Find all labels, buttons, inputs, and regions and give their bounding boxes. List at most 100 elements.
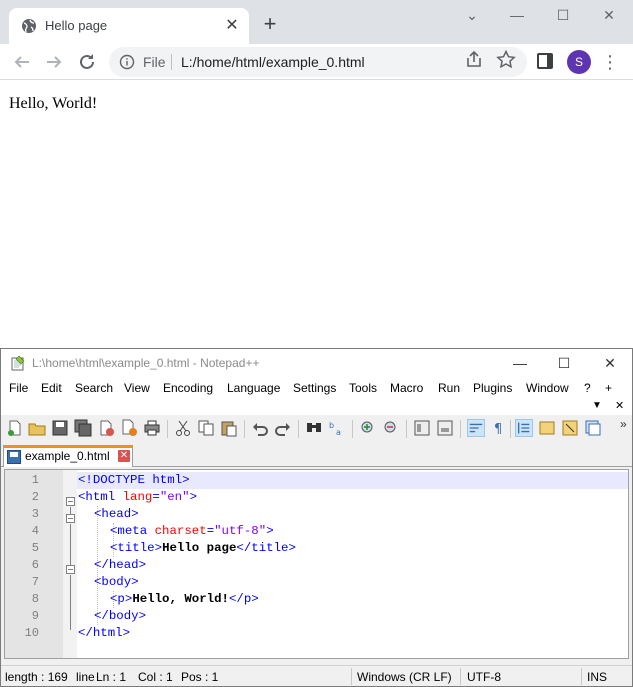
indent-guide-icon[interactable] [515,419,533,437]
menu-edit[interactable]: Edit [41,381,62,395]
user-language-icon[interactable] [538,419,556,437]
status-insert-mode[interactable]: INS [587,670,607,684]
close-window-button[interactable]: ✕ [595,4,623,26]
menu-search[interactable]: Search [75,381,113,395]
code-tag: <p> [110,592,133,606]
doc-map-icon[interactable] [561,419,579,437]
chrome-tab[interactable]: Hello page ✕ [9,8,249,44]
code-value: "utf-8" [214,524,267,538]
paste-icon[interactable] [220,419,238,437]
status-divider [460,668,461,685]
new-tab-button[interactable]: + [258,12,282,36]
code-tag: = [152,490,160,504]
menu-help[interactable]: ? [584,381,591,395]
chrome-menu-icon[interactable]: ⋮ [601,50,619,74]
maximize-button[interactable]: ☐ [549,4,577,26]
menu-run[interactable]: Run [438,381,460,395]
globe-icon [22,19,36,33]
code-text: <title>Hello page</title> [110,540,296,557]
url-text[interactable]: L:/home/html/example_0.html [181,54,365,70]
menu-window[interactable]: Window [526,381,569,395]
code-tag: > [189,490,197,504]
menu-macro[interactable]: Macro [390,381,423,395]
menu-view[interactable]: View [124,381,150,395]
menu-language[interactable]: Language [227,381,280,395]
close-all-icon[interactable] [120,419,138,437]
open-file-icon[interactable] [28,419,46,437]
npp-tab-label: example_0.html [25,449,110,463]
tab-search-icon[interactable]: ⌄ [458,4,486,26]
toolbar-overflow-icon[interactable]: » [620,417,627,431]
info-icon[interactable] [119,54,135,70]
close-tab-icon[interactable]: ✕ [118,450,130,462]
line-number: 1 [31,473,39,487]
menu-file[interactable]: File [9,381,28,395]
bookmark-star-icon[interactable] [496,50,516,68]
sync-vertical-icon[interactable] [413,419,431,437]
replace-icon[interactable]: ba [328,419,346,437]
toolbar-separator [352,420,353,438]
menu-settings[interactable]: Settings [293,381,336,395]
redo-icon[interactable] [274,419,292,437]
code-editor[interactable]: 1 <!DOCTYPE html> 2 <html lang="en"> 3 <… [4,469,629,659]
status-eol[interactable]: Windows (CR LF) [357,670,452,684]
omnibox-divider [171,54,172,70]
close-tab-icon[interactable]: ✕ [223,17,241,35]
code-text: <meta charset="utf-8"> [110,523,274,540]
menu-encoding[interactable]: Encoding [163,381,213,395]
npp-minimize-button[interactable]: — [506,352,534,374]
reload-icon[interactable] [75,50,99,74]
npp-menubar: File Edit Search View Encoding Language … [1,377,632,399]
code-text: <body> [94,574,139,591]
code-content: Hello, World! [132,592,229,606]
line-number: 9 [31,609,39,623]
notepadpp-window: L:\home\html\example_0.html - Notepad++ … [0,348,633,687]
line-number: 7 [31,575,39,589]
npp-close-button[interactable]: ✕ [596,352,624,374]
find-icon[interactable] [305,419,323,437]
line-number: 10 [24,626,39,640]
new-file-icon[interactable] [6,419,24,437]
save-all-icon[interactable] [74,419,92,437]
back-arrow-icon[interactable] [10,50,34,74]
profile-avatar[interactable]: S [567,50,591,74]
code-line: 3 <head> [5,506,630,523]
npp-menubar-row2: ▼ ✕ [1,399,632,415]
undo-icon[interactable] [251,419,269,437]
dropdown-arrow-icon[interactable]: ▼ [592,400,602,411]
zoom-in-icon[interactable] [359,419,377,437]
close-doc-icon[interactable]: ✕ [615,399,624,412]
print-icon[interactable] [143,419,161,437]
npp-file-tab[interactable]: example_0.html ✕ [3,445,133,467]
code-tag: </body> [94,609,147,623]
code-tag: <!DOCTYPE html> [78,473,190,487]
code-tag: <body> [94,575,139,589]
copy-icon[interactable] [197,419,215,437]
status-encoding[interactable]: UTF-8 [467,670,501,684]
status-divider [581,668,582,685]
doc-list-icon[interactable] [584,419,602,437]
screen: Hello page ✕ + ⌄ — ☐ ✕ File L:/home/html… [0,0,633,687]
status-lines: line [76,670,94,684]
menu-plugins[interactable]: Plugins [473,381,512,395]
code-tag: = [206,524,215,538]
code-tag: <head> [94,507,139,521]
code-line: 10 </html> [5,625,630,642]
saved-file-icon [7,450,21,464]
minimize-button[interactable]: — [503,4,531,26]
page-text: Hello, World! [9,95,98,112]
show-all-chars-icon[interactable]: ¶ [490,419,508,437]
menu-plus[interactable]: + [605,381,612,395]
word-wrap-icon[interactable] [467,419,485,437]
status-line-number: Ln : 1 [96,670,127,684]
save-icon[interactable] [51,419,69,437]
forward-arrow-icon[interactable] [42,50,66,74]
sync-horizontal-icon[interactable] [436,419,454,437]
side-panel-icon[interactable] [537,53,553,69]
menu-tools[interactable]: Tools [349,381,377,395]
zoom-out-icon[interactable] [382,419,400,437]
close-file-icon[interactable] [97,419,115,437]
share-icon[interactable] [464,50,484,68]
cut-icon[interactable] [174,419,192,437]
npp-maximize-button[interactable]: ☐ [550,352,578,374]
